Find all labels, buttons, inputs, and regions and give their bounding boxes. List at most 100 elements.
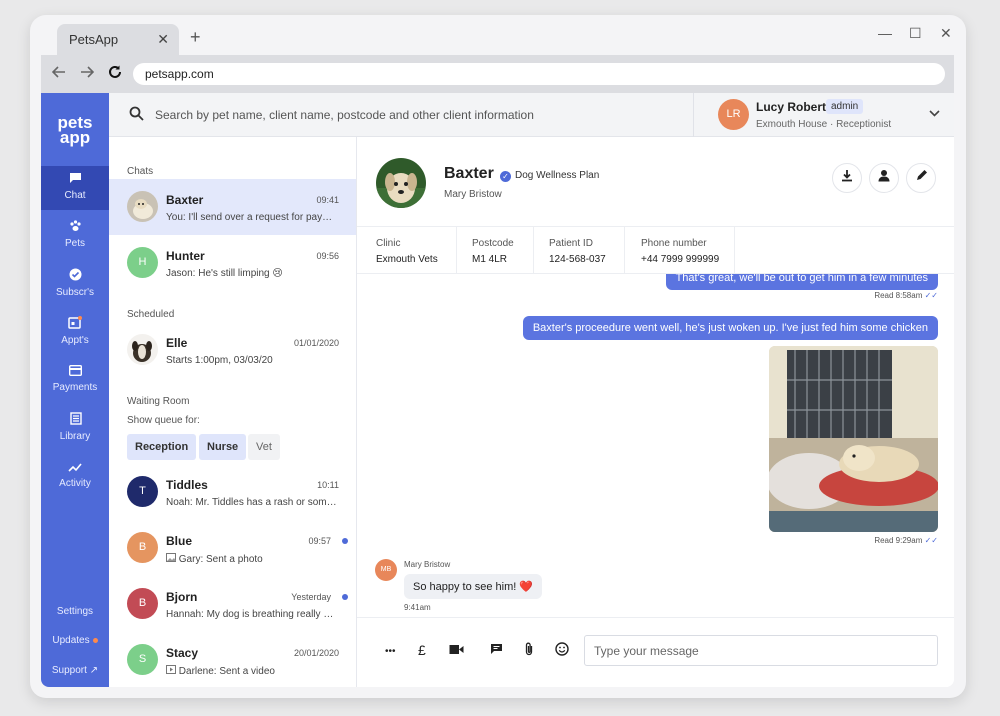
nav-payments[interactable]: Payments xyxy=(41,358,109,402)
pet-name: Baxter xyxy=(444,165,494,182)
queue-nurse-button[interactable]: Nurse xyxy=(199,434,247,460)
chat-time: 09:41 xyxy=(316,195,339,205)
chat-icon xyxy=(41,172,109,187)
pet-photo-avatar xyxy=(127,191,158,222)
petsapp: pets app Chat Pets Subscr's Appt's Paymen… xyxy=(41,93,954,687)
list-item[interactable]: Baxter 09:41 You: I'll send over a reque… xyxy=(109,179,356,235)
browser-tab[interactable]: PetsApp ✕ xyxy=(57,24,179,55)
nav-activity[interactable]: Activity xyxy=(41,454,109,498)
video-icon xyxy=(166,665,176,677)
top-bar: LR Lucy Roberts admin Exmouth House · Re… xyxy=(109,93,954,137)
maximize-icon[interactable]: ☐ xyxy=(909,25,922,42)
edit-button[interactable] xyxy=(906,163,936,193)
nav-subscriptions[interactable]: Subscr's xyxy=(41,262,109,306)
tab-close-icon[interactable]: ✕ xyxy=(157,31,169,48)
nav-pets[interactable]: Pets xyxy=(41,214,109,258)
chat-name: Baxter xyxy=(166,193,204,207)
queue-vet-button[interactable]: Vet xyxy=(248,434,280,460)
chat-time: 09:57 xyxy=(308,536,331,546)
url-field[interactable]: petsapp.com xyxy=(133,63,945,85)
search-input[interactable] xyxy=(155,105,675,125)
library-icon xyxy=(41,412,109,428)
chat-preview: Noah: Mr. Tiddles has a rash or somethin… xyxy=(166,497,338,508)
avatar: B xyxy=(127,532,158,563)
calendar-icon xyxy=(41,316,109,332)
outgoing-message: Baxter's proceedure went well, he's just… xyxy=(522,316,938,340)
new-tab-icon[interactable]: + xyxy=(190,27,201,48)
chat-name: Bjorn xyxy=(166,590,198,604)
verified-check-icon: ✓ xyxy=(500,171,511,182)
nav-library[interactable]: Library xyxy=(41,406,109,450)
message-template-icon[interactable] xyxy=(490,642,503,658)
minimize-icon[interactable]: — xyxy=(878,25,892,41)
attachment-icon[interactable] xyxy=(524,642,534,659)
avatar: S xyxy=(127,644,158,675)
composer: ••• £ xyxy=(357,617,954,687)
reload-icon[interactable] xyxy=(101,65,129,84)
info-phone: Phone number +44 7999 999999 xyxy=(625,227,735,275)
waiting-room-heading: Waiting Room xyxy=(127,396,190,407)
info-patient-id: Patient ID 124-568-037 xyxy=(534,227,625,275)
list-item[interactable]: T Tiddles 10:11 Noah: Mr. Tiddles has a … xyxy=(109,464,356,520)
chat-preview: Darlene: Sent a video xyxy=(166,665,338,677)
info-clinic: Clinic Exmouth Vets xyxy=(357,227,457,275)
forward-arrow-icon[interactable] xyxy=(73,65,101,83)
browser-window: PetsApp ✕ + — ☐ ✕ petsapp.com pets app Ch… xyxy=(30,15,966,698)
chevron-down-icon[interactable] xyxy=(929,106,940,120)
queue-reception-button[interactable]: Reception xyxy=(127,434,197,460)
external-link-icon: ↗ xyxy=(89,665,99,676)
list-item[interactable]: H Hunter 09:56 Jason: He's still limping… xyxy=(109,235,356,291)
badge-check-icon xyxy=(41,268,109,284)
pound-icon[interactable]: £ xyxy=(418,642,426,658)
message-time: 9:41am xyxy=(404,603,431,612)
settings-link[interactable]: Settings xyxy=(41,606,109,617)
list-item[interactable]: B Bjorn Yesterday Hannah: My dog is brea… xyxy=(109,576,356,632)
emoji-icon[interactable] xyxy=(555,642,569,659)
chat-name: Blue xyxy=(166,534,193,548)
sidebar: pets app Chat Pets Subscr's Appt's Paymen… xyxy=(41,93,109,687)
avatar: B xyxy=(127,588,158,619)
unread-dot xyxy=(342,594,348,600)
card-icon xyxy=(41,364,109,379)
profile-button[interactable] xyxy=(869,163,899,193)
chat-list: Chats Baxter 09:41 You: I'll send over a… xyxy=(109,137,357,687)
support-link[interactable]: Support ↗ xyxy=(41,665,109,676)
incoming-message: So happy to see him! ❤️ xyxy=(404,574,543,599)
more-icon[interactable]: ••• xyxy=(385,646,396,657)
back-arrow-icon[interactable] xyxy=(45,65,73,83)
download-button[interactable] xyxy=(832,163,862,193)
nav-chat[interactable]: Chat xyxy=(41,166,109,210)
user-name: Lucy Roberts xyxy=(756,100,833,114)
window-close-icon[interactable]: ✕ xyxy=(940,25,952,42)
chat-name: Stacy xyxy=(166,646,199,660)
chat-time: 01/01/2020 xyxy=(293,338,339,348)
chat-name: Hunter xyxy=(166,249,205,263)
patient-info-row: Clinic Exmouth Vets Postcode M1 4LR Pati… xyxy=(357,226,954,275)
info-postcode: Postcode M1 4LR xyxy=(457,227,534,275)
chat-preview: Gary: Sent a photo xyxy=(166,553,338,565)
updates-link[interactable]: Updates xyxy=(41,635,109,646)
message-input[interactable] xyxy=(584,635,938,666)
paw-icon xyxy=(41,220,109,235)
address-bar: petsapp.com xyxy=(41,55,954,93)
shared-photo[interactable] xyxy=(769,346,938,532)
video-call-icon[interactable] xyxy=(449,642,464,658)
unread-dot xyxy=(342,538,348,544)
plan-badge: ✓ Dog Wellness Plan xyxy=(500,170,599,182)
owner-name: Mary Bristow xyxy=(444,189,502,200)
list-item[interactable]: S Stacy 20/01/2020 Darlene: Sent a video xyxy=(109,632,356,687)
tab-bar: PetsApp ✕ + — ☐ ✕ xyxy=(30,15,966,55)
user-menu[interactable]: LR Lucy Roberts admin Exmouth House · Re… xyxy=(693,93,954,137)
user-location: Exmouth House · Receptionist xyxy=(756,119,892,130)
chat-preview: Hannah: My dog is breathing really heavi… xyxy=(166,609,338,620)
queue-label: Show queue for: xyxy=(127,415,200,426)
chat-time: 20/01/2020 xyxy=(293,648,339,658)
nav-appointments[interactable]: Appt's xyxy=(41,310,109,354)
chat-time: 10:11 xyxy=(317,480,339,490)
avatar: T xyxy=(127,476,158,507)
updates-badge xyxy=(92,637,98,643)
list-item[interactable]: B Blue 09:57 Gary: Sent a photo xyxy=(109,520,356,576)
chat-name: Elle xyxy=(166,336,188,350)
photo-icon xyxy=(166,553,176,565)
list-item[interactable]: Elle 01/01/2020 Starts 1:00pm, 03/03/20 xyxy=(109,322,356,378)
